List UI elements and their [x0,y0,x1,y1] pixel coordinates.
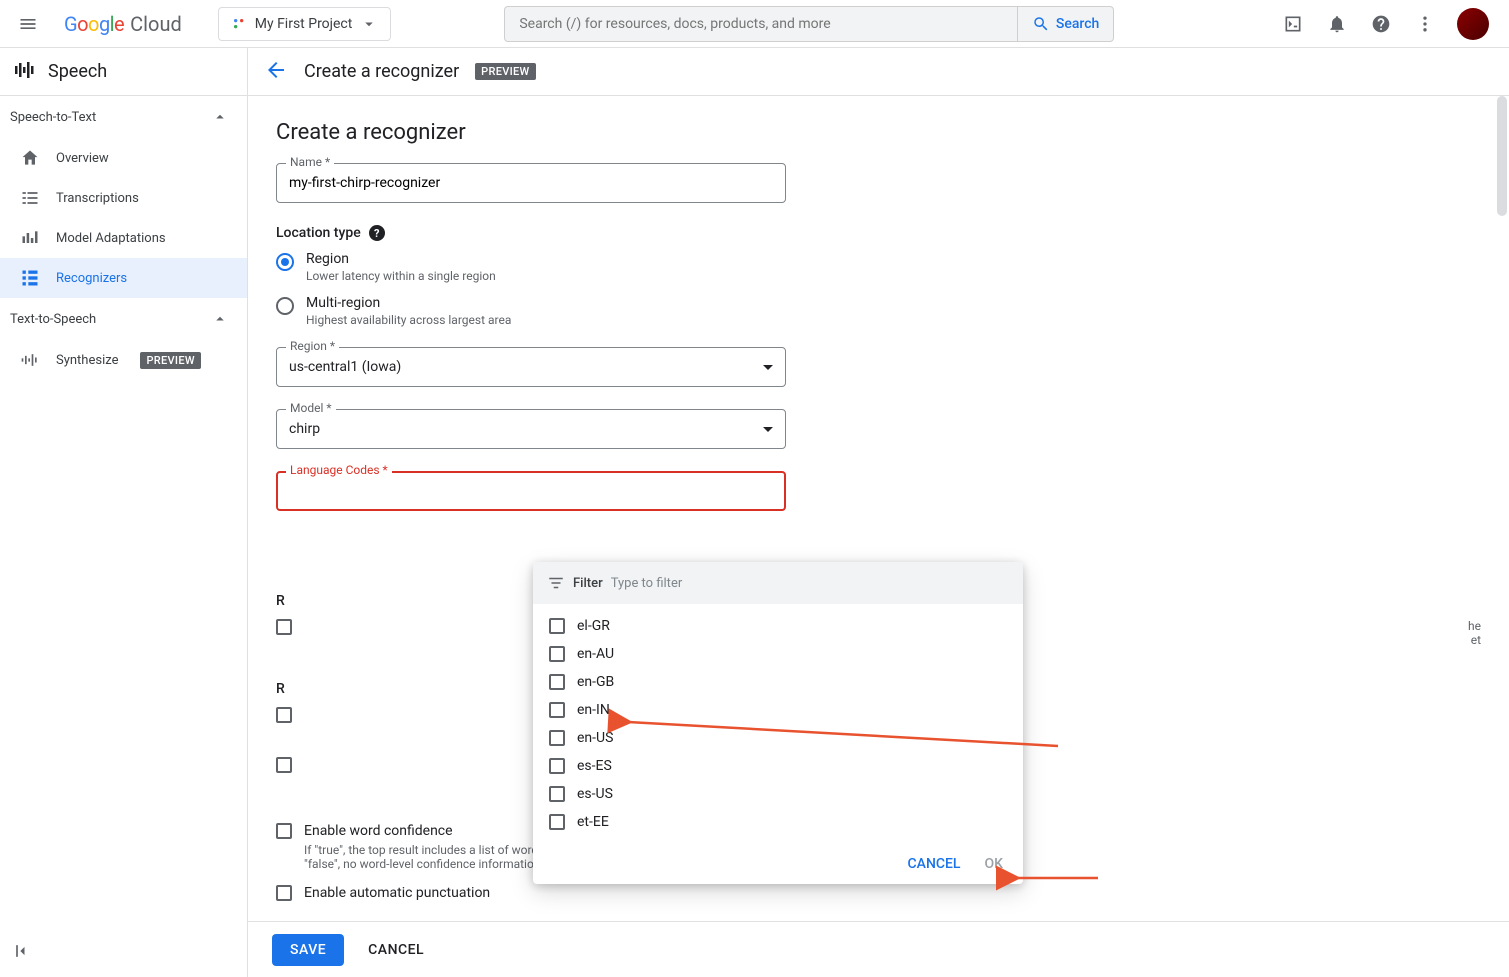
radio-icon [276,253,294,271]
checkbox-icon [549,618,565,634]
chevron-down-icon [763,365,773,370]
enable-auto-punctuation[interactable]: Enable automatic punctuation [276,885,1481,901]
list-icon [20,188,40,208]
cancel-button[interactable]: CANCEL [368,942,424,958]
checkbox-icon [549,814,565,830]
top-bar: Google Cloud My First Project Search [0,0,1509,48]
topbar-right [1273,4,1501,44]
dropdown-option[interactable]: es-ES [533,752,1023,780]
search-input[interactable] [505,16,1017,32]
home-icon [20,148,40,168]
product-name: Speech [48,61,107,82]
region-field[interactable]: Region * us-central1 (Iowa) [276,347,786,387]
dropdown-option[interactable]: en-IN [533,696,1023,724]
sidebar-item-synthesize[interactable]: Synthesize PREVIEW [0,340,247,380]
subheader: Speech Create a recognizer PREVIEW [0,48,1509,96]
dropdown-cancel-button[interactable]: CANCEL [908,856,961,872]
page-title: Create a recognizer [304,61,459,82]
content-title: Create a recognizer [276,120,1481,145]
checkbox-icon [276,619,292,635]
dropdown-option[interactable]: en-GB [533,668,1023,696]
notifications-icon[interactable] [1317,4,1357,44]
dropdown-option-label: es-ES [577,758,612,774]
radio-multi-region[interactable]: Multi-region Highest availability across… [276,295,1481,327]
grid-icon [20,268,40,288]
chevron-up-icon [211,310,229,328]
dropdown-ok-button[interactable]: OK [985,856,1004,872]
avatar[interactable] [1457,8,1489,40]
help-icon[interactable]: ? [369,225,385,241]
dropdown-option-label: en-AU [577,646,614,662]
nav-group-speech-to-text[interactable]: Speech-to-Text [0,96,247,138]
sidebar-item-model-adaptations[interactable]: Model Adaptations [0,218,247,258]
help-icon[interactable] [1361,4,1401,44]
dropdown-option-label: en-US [577,730,613,746]
sidebar-item-transcriptions[interactable]: Transcriptions [0,178,247,218]
content: Create a recognizer Name * Location type… [248,96,1509,977]
name-input[interactable] [289,175,773,191]
checkbox-icon [276,885,292,901]
checkbox-icon [276,823,292,839]
region-value: us-central1 (Iowa) [289,359,401,375]
dropdown-option[interactable]: et-EE [533,808,1023,836]
project-name: My First Project [255,16,353,32]
dropdown-option-label: el-GR [577,618,610,634]
checkbox-icon [549,730,565,746]
preview-badge: PREVIEW [475,63,535,80]
save-button[interactable]: SAVE [272,934,344,966]
sidebar: Speech-to-Text Overview Transcriptions M… [0,96,248,977]
sidebar-item-overview[interactable]: Overview [0,138,247,178]
checkbox-icon [549,702,565,718]
language-codes-dropdown: Filter Type to filter el-GR en-AU en-GB en-… [533,562,1023,884]
model-value: chirp [289,421,320,437]
dropdown-option-label: et-EE [577,814,609,830]
location-type-label: Location type ? [276,225,1481,241]
checkbox-icon [549,786,565,802]
more-icon[interactable] [1405,4,1445,44]
gcp-logo[interactable]: Google Cloud [56,12,190,36]
dropdown-option[interactable]: es-US [533,780,1023,808]
checkbox-icon [276,707,292,723]
checkbox-icon [276,757,292,773]
dropdown-option[interactable]: en-US [533,724,1023,752]
sidebar-item-recognizers[interactable]: Recognizers [0,258,247,298]
checkbox-icon [549,646,565,662]
speech-product-icon [12,58,36,86]
chevron-down-icon [763,427,773,432]
project-picker[interactable]: My First Project [218,7,392,41]
search-box: Search [504,6,1114,42]
footer: SAVE CANCEL [248,921,1509,977]
hamburger-menu-icon[interactable] [8,4,48,44]
dropdown-option-label: en-GB [577,674,614,690]
wave-icon [20,350,40,370]
tune-icon [20,228,40,248]
radio-icon [276,297,294,315]
language-codes-field[interactable]: Language Codes * [276,471,786,511]
search-button[interactable]: Search [1017,7,1113,41]
dropdown-option[interactable]: en-AU [533,640,1023,668]
dropdown-option-label: es-US [577,786,613,802]
model-field[interactable]: Model * chirp [276,409,786,449]
checkbox-icon [549,758,565,774]
dropdown-option[interactable]: el-GR [533,612,1023,640]
radio-region[interactable]: Region Lower latency within a single reg… [276,251,1481,283]
name-field: Name * [276,163,786,203]
collapse-sidebar-icon[interactable] [12,941,32,965]
dropdown-list[interactable]: el-GR en-AU en-GB en-IN en-US es-ES es-US et-EE [533,604,1023,844]
filter-icon [547,574,565,592]
checkbox-icon [549,674,565,690]
chevron-up-icon [211,108,229,126]
cloud-shell-icon[interactable] [1273,4,1313,44]
back-arrow-icon[interactable] [264,58,288,86]
nav-group-text-to-speech[interactable]: Text-to-Speech [0,298,247,340]
dropdown-filter[interactable]: Filter Type to filter [533,562,1023,604]
dropdown-option-label: en-IN [577,702,610,718]
